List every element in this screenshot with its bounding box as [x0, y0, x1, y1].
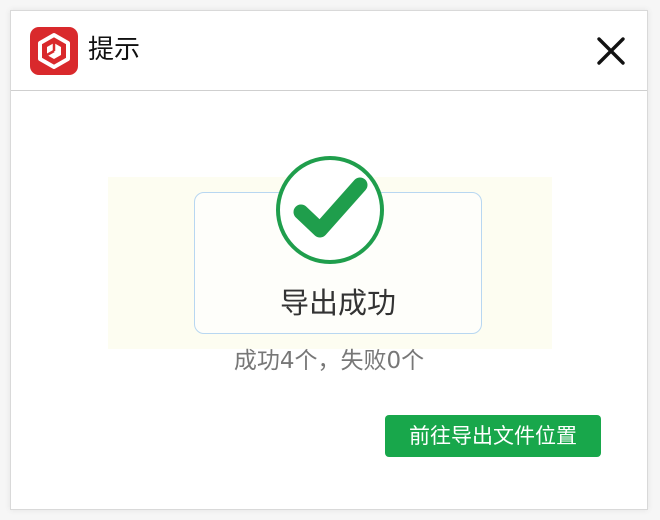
open-export-location-button[interactable]: 前往导出文件位置 [385, 415, 601, 457]
dialog-titlebar: 提示 [11, 11, 647, 91]
dialog-title: 提示 [88, 35, 141, 65]
export-result-dialog: 提示 导出成功 成功4个，失败0个 前往导出文件位置 [10, 10, 648, 510]
close-button[interactable] [589, 29, 633, 73]
check-circle-icon [274, 154, 386, 266]
close-icon [597, 37, 625, 65]
result-summary: 成功4个，失败0个 [233, 348, 425, 374]
dialog-body: 导出成功 成功4个，失败0个 前往导出文件位置 [11, 91, 647, 511]
export-success-message: 导出成功 [279, 286, 396, 320]
app-logo-icon [30, 27, 78, 75]
